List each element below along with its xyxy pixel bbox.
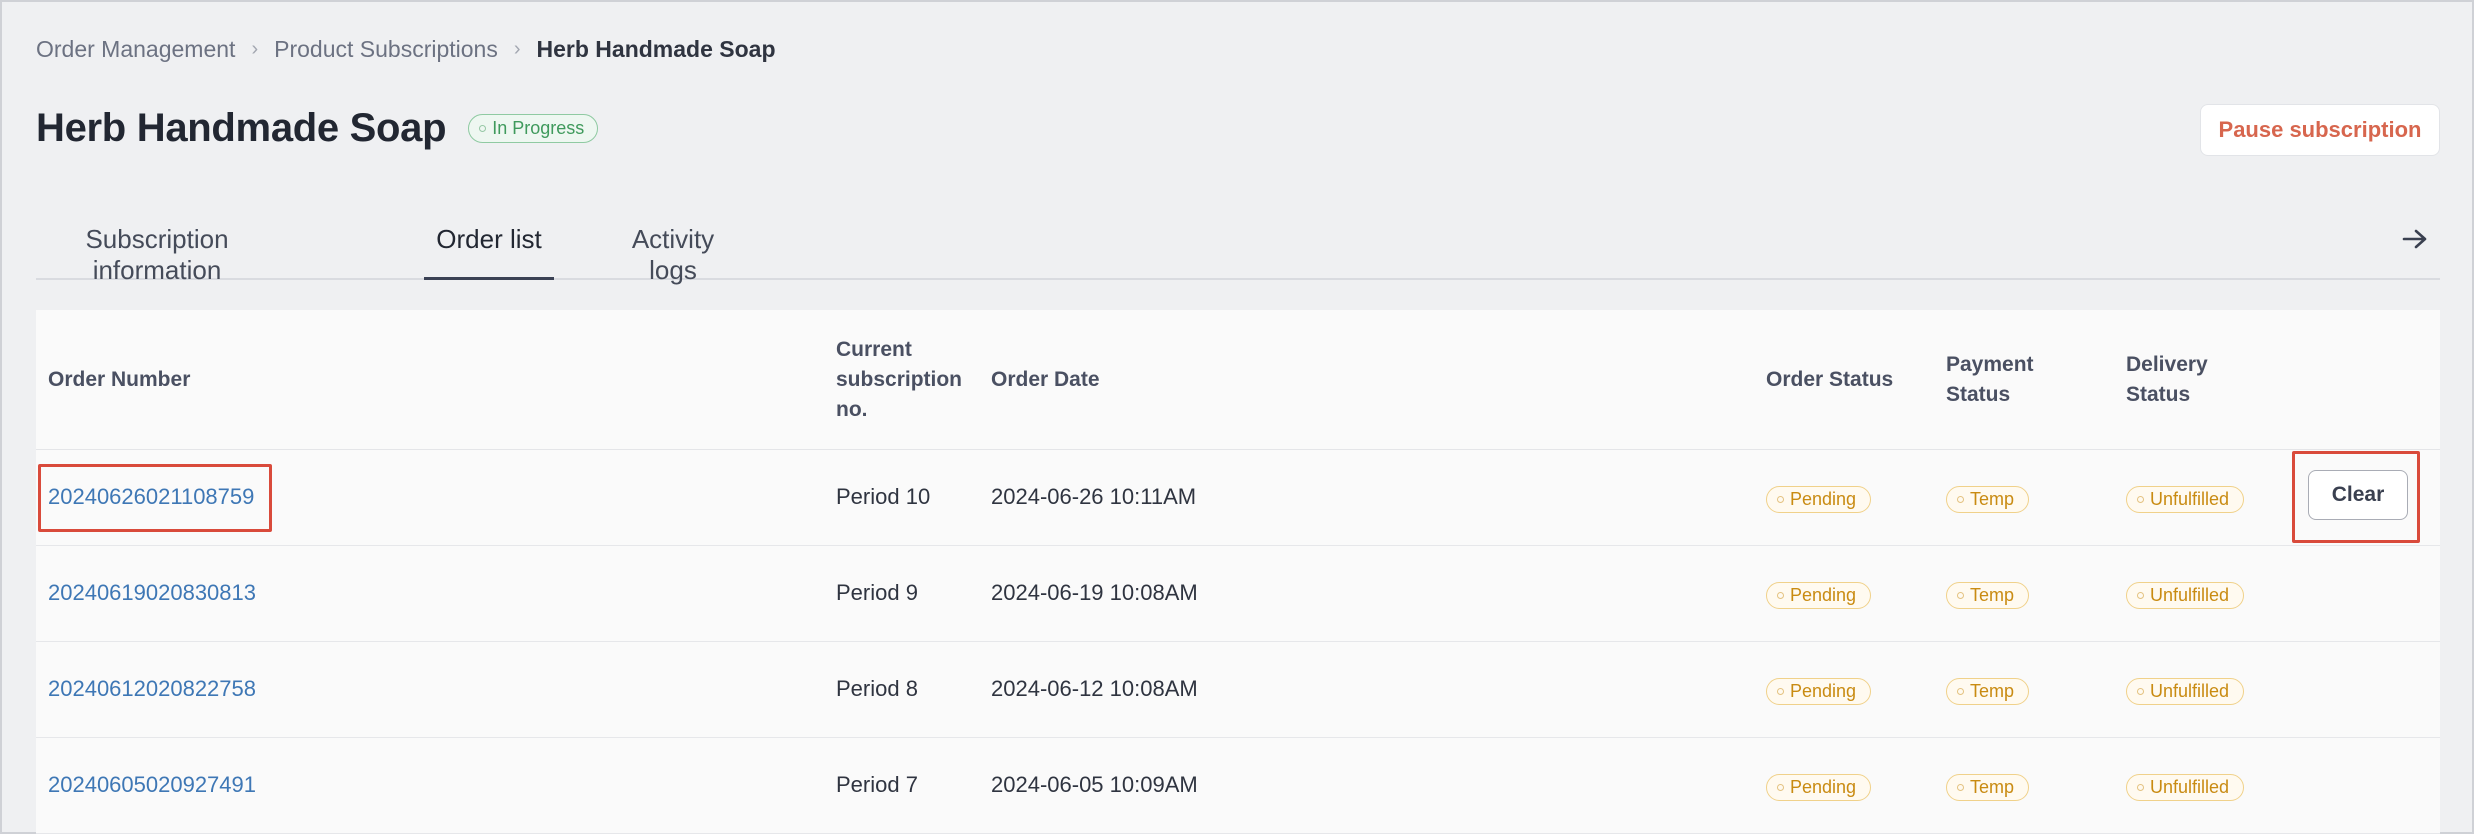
pause-subscription-button[interactable]: Pause subscription: [2200, 104, 2440, 156]
header-order-status: Order Status: [1766, 368, 1894, 391]
header-line: Status: [1946, 383, 2011, 406]
header-line: Status: [2126, 383, 2191, 406]
tag-label: Temp: [1970, 681, 2015, 701]
order-date: 2024-06-12 10:08AM: [991, 676, 1198, 701]
breadcrumb-product-subscriptions[interactable]: Product Subscriptions: [274, 36, 498, 63]
header-order-date: Order Date: [991, 368, 1100, 391]
status-dot-icon: [1957, 688, 1964, 695]
breadcrumb-order-management[interactable]: Order Management: [36, 36, 235, 63]
tag-label: Pending: [1790, 585, 1857, 605]
subscription-period: Period 10: [836, 484, 931, 509]
tag-label: Temp: [1970, 489, 2015, 509]
table-row: 20240626021108759 Period 10 2024-06-26 1…: [36, 450, 2440, 546]
status-dot-icon: [2137, 496, 2144, 503]
header-line: no.: [836, 398, 868, 421]
order-number-link[interactable]: 20240605020927491: [48, 772, 256, 798]
status-dot-icon: [479, 125, 487, 132]
order-number-link[interactable]: 20240619020830813: [48, 580, 256, 606]
order-table: Order Number Current subscription no. Or…: [36, 310, 2440, 834]
tab-bar: Subscription information Order list Acti…: [36, 212, 2440, 285]
status-dot-icon: [1777, 784, 1784, 791]
table-header: Order Number Current subscription no. Or…: [36, 310, 2440, 450]
order-date: 2024-06-05 10:09AM: [991, 772, 1198, 797]
header-line: subscription: [836, 368, 963, 391]
order-date: 2024-06-26 10:11AM: [991, 484, 1197, 509]
payment-status-tag: Temp: [1946, 678, 2030, 705]
delivery-status-tag: Unfulfilled: [2126, 774, 2245, 801]
highlight-clear-button: [2292, 451, 2420, 543]
header-line: Delivery: [2126, 353, 2208, 376]
status-dot-icon: [1957, 592, 1964, 599]
header-line: Payment: [1946, 353, 2034, 376]
arrow-right-icon[interactable]: [2398, 222, 2432, 256]
breadcrumb: Order Management › Product Subscriptions…: [36, 36, 776, 63]
status-dot-icon: [1957, 784, 1964, 791]
tag-label: Temp: [1970, 777, 2015, 797]
status-badge-label: In Progress: [492, 118, 585, 138]
order-status-tag: Pending: [1766, 678, 1872, 705]
header-order-number: Order Number: [48, 368, 191, 391]
chevron-right-icon: ›: [251, 38, 259, 60]
tab-order-list[interactable]: Order list: [424, 212, 554, 280]
status-dot-icon: [2137, 592, 2144, 599]
tag-label: Temp: [1970, 585, 2015, 605]
tab-label: Activity logs: [631, 224, 715, 285]
tag-label: Pending: [1790, 777, 1857, 797]
title-row: Herb Handmade Soap In Progress: [36, 106, 599, 151]
header-current-subscription-no: Current subscription no.: [836, 335, 962, 425]
payment-status-tag: Temp: [1946, 486, 2030, 513]
tab-subscription-information[interactable]: Subscription information: [36, 212, 278, 285]
breadcrumb-current: Herb Handmade Soap: [536, 36, 776, 62]
subscription-period: Period 9: [836, 580, 918, 605]
status-badge: In Progress: [468, 114, 599, 143]
status-dot-icon: [2137, 784, 2144, 791]
tab-activity-logs[interactable]: Activity logs: [606, 212, 740, 285]
page-title: Herb Handmade Soap: [36, 106, 447, 150]
status-dot-icon: [2137, 688, 2144, 695]
status-dot-icon: [1777, 496, 1784, 503]
tab-label: Subscription information: [85, 224, 229, 285]
status-dot-icon: [1777, 592, 1784, 599]
subscription-period: Period 7: [836, 772, 918, 797]
header-payment-status: Payment Status: [1946, 350, 2034, 410]
tag-label: Pending: [1790, 681, 1857, 701]
tag-label: Unfulfilled: [2150, 777, 2230, 797]
tag-label: Unfulfilled: [2150, 681, 2230, 701]
tag-label: Unfulfilled: [2150, 585, 2230, 605]
order-status-tag: Pending: [1766, 486, 1872, 513]
order-status-tag: Pending: [1766, 774, 1872, 801]
tag-label: Pending: [1790, 489, 1857, 509]
payment-status-tag: Temp: [1946, 582, 2030, 609]
tag-label: Unfulfilled: [2150, 489, 2230, 509]
chevron-right-icon: ›: [513, 38, 521, 60]
header-line: Current: [836, 338, 912, 361]
header-delivery-status: Delivery Status: [2126, 350, 2208, 410]
table-row: 20240605020927491 Period 7 2024-06-05 10…: [36, 738, 2440, 834]
delivery-status-tag: Unfulfilled: [2126, 678, 2245, 705]
tab-label: Order list: [436, 224, 542, 254]
highlight-order-number: [38, 464, 272, 532]
order-status-tag: Pending: [1766, 582, 1872, 609]
table-row: 20240619020830813 Period 9 2024-06-19 10…: [36, 546, 2440, 642]
table-row: 20240612020822758 Period 8 2024-06-12 10…: [36, 642, 2440, 738]
delivery-status-tag: Unfulfilled: [2126, 486, 2245, 513]
subscription-period: Period 8: [836, 676, 918, 701]
payment-status-tag: Temp: [1946, 774, 2030, 801]
status-dot-icon: [1957, 496, 1964, 503]
delivery-status-tag: Unfulfilled: [2126, 582, 2245, 609]
order-number-link[interactable]: 20240612020822758: [48, 676, 256, 702]
order-date: 2024-06-19 10:08AM: [991, 580, 1198, 605]
status-dot-icon: [1777, 688, 1784, 695]
